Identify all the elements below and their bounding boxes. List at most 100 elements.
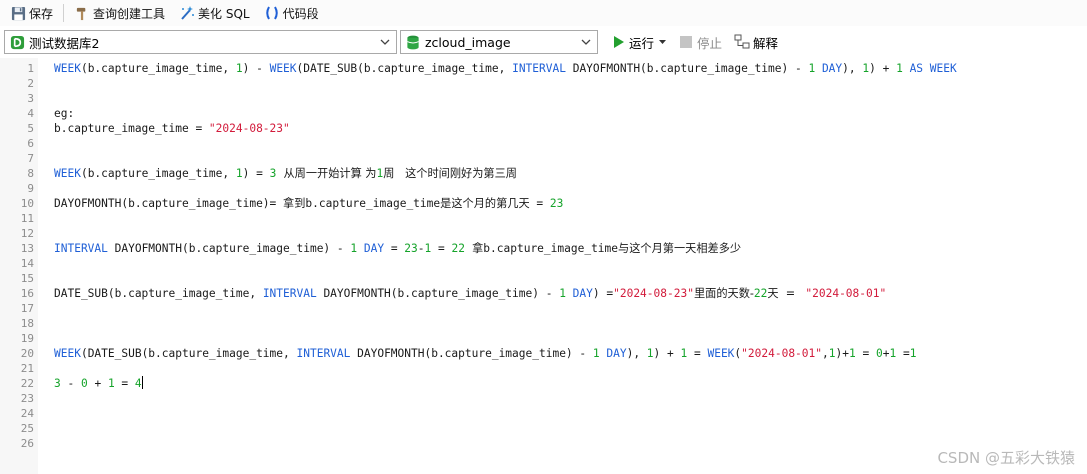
chevron-down-icon bbox=[579, 35, 593, 49]
code-line[interactable]: 2 bbox=[0, 76, 1087, 91]
code-line[interactable]: 17 bbox=[0, 301, 1087, 316]
sql-keyword: WEEK bbox=[54, 62, 81, 75]
code-line[interactable]: 8 WEEK(b.capture_image_time, 1) = 3 从周一开始… bbox=[0, 166, 1087, 181]
code-line[interactable]: 22 3 - 0 + 1 = 4 bbox=[0, 376, 1087, 391]
code-line[interactable]: 13 INTERVAL DAYOFMONTH(b.capture_image_ti… bbox=[0, 241, 1087, 256]
code-line[interactable]: 16 DATE_SUB(b.capture_image_time, INTERVA… bbox=[0, 286, 1087, 301]
database-icon bbox=[405, 34, 421, 50]
sql-keyword: WEEK bbox=[707, 347, 735, 360]
sql-text: - bbox=[60, 377, 81, 390]
sql-text: b.capture_image_time bbox=[305, 197, 441, 210]
beautify-sql-button[interactable]: 美化 SQL bbox=[175, 2, 254, 24]
code-line[interactable]: 1 WEEK(b.capture_image_time, 1) - WEEK(DA… bbox=[0, 61, 1087, 76]
sql-keyword: WEEK bbox=[54, 347, 81, 360]
sql-text: b.capture_image_time bbox=[483, 242, 619, 255]
code-line[interactable]: 19 bbox=[0, 331, 1087, 346]
sql-text: (b.capture_image_time, bbox=[80, 167, 236, 180]
sql-text: (DATE_SUB(b.capture_image_time, bbox=[80, 347, 297, 360]
code-line[interactable]: 6 bbox=[0, 136, 1087, 151]
line-number: 23 bbox=[20, 392, 34, 405]
code-line[interactable]: 10 DAYOFMONTH(b.capture_image_time)= 拿到b.… bbox=[0, 196, 1087, 211]
query-builder-button[interactable]: 查询创建工具 bbox=[70, 2, 169, 24]
sql-keyword: AS WEEK bbox=[902, 62, 957, 75]
code-line[interactable]: 24 bbox=[0, 406, 1087, 421]
line-number: 26 bbox=[20, 437, 34, 450]
code-snippet-button[interactable]: 代码段 bbox=[260, 2, 323, 24]
code-line[interactable]: 7 bbox=[0, 151, 1087, 166]
sql-editor[interactable]: 1 WEEK(b.capture_image_time, 1) - WEEK(DA… bbox=[0, 58, 1087, 474]
sql-text: = bbox=[687, 347, 708, 360]
sql-text: + bbox=[87, 377, 108, 390]
database-select[interactable]: zcloud_image bbox=[400, 30, 598, 54]
comment-text: 拿 bbox=[464, 242, 484, 255]
sql-number: 22 bbox=[451, 242, 465, 255]
code-text: b.capture_image_time = "2024-08-23" bbox=[54, 121, 290, 136]
line-number: 2 bbox=[27, 77, 34, 90]
code-line[interactable]: 21 bbox=[0, 361, 1087, 376]
line-number: 1 bbox=[27, 62, 34, 75]
explain-button[interactable]: 解释 bbox=[731, 31, 781, 53]
chevron-down-icon bbox=[378, 35, 392, 49]
line-number: 3 bbox=[27, 92, 34, 105]
sql-number: 23 bbox=[549, 197, 564, 210]
run-dropdown-icon[interactable] bbox=[659, 39, 667, 45]
watermark: CSDN @五彩大铁猿 bbox=[937, 449, 1075, 467]
sql-text: DATE_SUB(b.capture_image_time, bbox=[54, 287, 263, 300]
sql-text: DAYOFMONTH(b.capture_image_time) - bbox=[107, 242, 351, 255]
sql-number: 1 bbox=[828, 347, 836, 360]
sql-keyword: WEEK bbox=[269, 62, 297, 75]
sql-string: "2024-08-23" bbox=[208, 122, 290, 135]
run-button[interactable]: 运行 bbox=[607, 31, 669, 53]
stop-button[interactable]: 停止 bbox=[675, 31, 725, 53]
main-toolbar: 保存 查询创建工具 美化 SQL 代码段 bbox=[0, 0, 1087, 26]
line-number: 13 bbox=[20, 242, 34, 255]
code-line[interactable]: 26 bbox=[0, 436, 1087, 451]
sql-number: 23 bbox=[404, 242, 418, 255]
sql-number: 0 bbox=[875, 347, 883, 360]
code-line[interactable]: 9 bbox=[0, 181, 1087, 196]
sql-text: - bbox=[417, 242, 425, 255]
explain-label: 解释 bbox=[753, 35, 779, 51]
sql-keyword: WEEK bbox=[54, 167, 81, 180]
code-line[interactable]: 14 bbox=[0, 256, 1087, 271]
sql-keyword: INTERVAL bbox=[296, 347, 351, 360]
sql-text: (DATE_SUB(b.capture_image_time, bbox=[296, 62, 513, 75]
code-text: 3 - 0 + 1 = 4 bbox=[54, 376, 143, 391]
code-line[interactable]: 11 bbox=[0, 211, 1087, 226]
sql-text: ) = bbox=[242, 167, 270, 180]
sql-text: ), bbox=[626, 347, 647, 360]
sql-text: (b.capture_image_time, bbox=[80, 62, 236, 75]
code-line[interactable]: 18 bbox=[0, 316, 1087, 331]
line-number: 24 bbox=[20, 407, 34, 420]
code-line[interactable]: 20 WEEK(DATE_SUB(b.capture_image_time, IN… bbox=[0, 346, 1087, 361]
code-line[interactable]: 23 bbox=[0, 391, 1087, 406]
line-number: 10 bbox=[20, 197, 34, 210]
sql-number: 4 bbox=[134, 377, 142, 390]
sql-text: )+ bbox=[835, 347, 849, 360]
sql-text: DAYOFMONTH(b.capture_image_time) - bbox=[316, 287, 560, 300]
run-label: 运行 bbox=[629, 35, 655, 51]
text-cursor bbox=[141, 376, 143, 389]
sql-number: 1 bbox=[235, 167, 243, 180]
sql-number: 1 bbox=[592, 347, 600, 360]
line-number: 21 bbox=[20, 362, 34, 375]
code-line[interactable]: 25 bbox=[0, 421, 1087, 436]
sql-text: = bbox=[384, 242, 405, 255]
parentheses-icon bbox=[264, 5, 280, 21]
code-text: DATE_SUB(b.capture_image_time, INTERVAL … bbox=[54, 286, 886, 301]
line-number: 17 bbox=[20, 302, 34, 315]
line-number: 22 bbox=[20, 377, 34, 390]
connection-select[interactable]: 测试数据库2 bbox=[4, 30, 397, 54]
code-line[interactable]: 12 bbox=[0, 226, 1087, 241]
code-line[interactable]: 3 bbox=[0, 91, 1087, 106]
save-label: 保存 bbox=[29, 6, 54, 21]
sql-string: "2024-08-23" bbox=[613, 287, 694, 300]
line-number: 11 bbox=[20, 212, 34, 225]
code-line[interactable]: 5 b.capture_image_time = "2024-08-23" bbox=[0, 121, 1087, 136]
comment-text: 拿到 bbox=[283, 197, 306, 210]
code-line[interactable]: 15 bbox=[0, 271, 1087, 286]
sql-text: = bbox=[114, 377, 135, 390]
code-line[interactable]: 4 eg: bbox=[0, 106, 1087, 121]
line-number: 18 bbox=[20, 317, 34, 330]
save-button[interactable]: 保存 bbox=[6, 2, 57, 24]
